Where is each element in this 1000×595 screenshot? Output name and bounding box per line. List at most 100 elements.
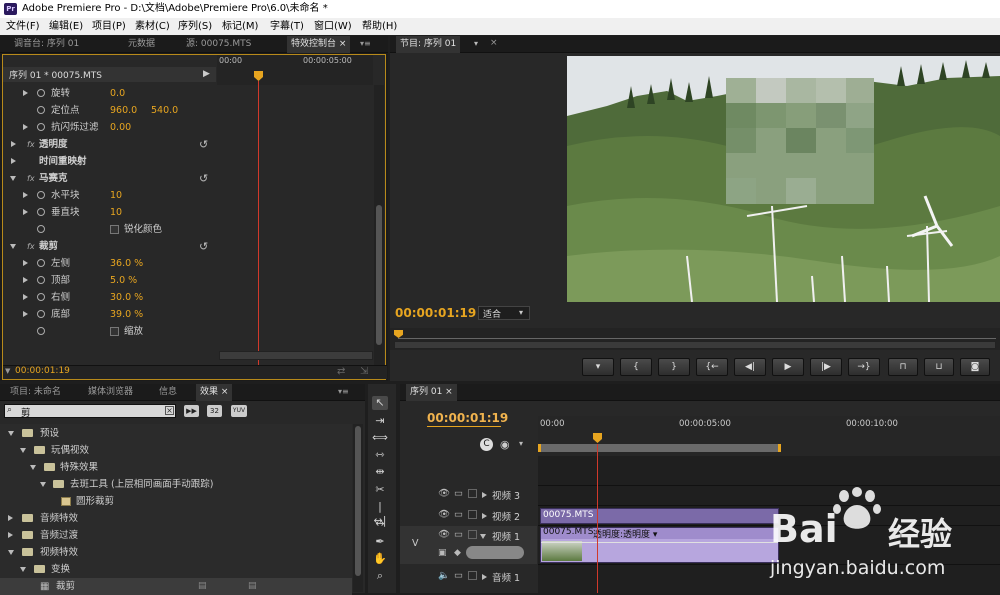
tab-audio-mixer[interactable]: 调音台: 序列 01 [10, 36, 83, 53]
lock-toggle[interactable] [468, 530, 477, 539]
program-video-frame[interactable] [567, 56, 1000, 302]
go-to-out-button[interactable]: →} [848, 358, 880, 376]
step-back-button[interactable]: ◀| [734, 358, 766, 376]
crop-right-value[interactable]: 30.0 % [110, 289, 143, 306]
expand-icon[interactable] [23, 277, 28, 283]
tab-metadata[interactable]: 元数据 [124, 36, 159, 53]
vertical-scrollbar[interactable] [374, 85, 384, 365]
expand-icon[interactable] [11, 141, 16, 147]
lock-toggle[interactable] [468, 571, 477, 580]
step-forward-button[interactable]: |▶ [810, 358, 842, 376]
extract-button[interactable]: ⊔ [924, 358, 954, 376]
fx-icon[interactable]: fx [27, 170, 35, 187]
expand-icon[interactable] [482, 513, 487, 519]
fx-icon[interactable]: fx [27, 136, 35, 153]
menu-help[interactable]: 帮助(H) [362, 18, 397, 35]
program-scrubber[interactable] [390, 328, 1000, 350]
expand-icon[interactable] [23, 192, 28, 198]
clip-video-2[interactable]: 00075.MTS [540, 508, 779, 524]
ripple-edit-tool-icon[interactable]: ⟺ [372, 431, 388, 445]
playhead-marker-icon[interactable] [394, 330, 403, 338]
rate-stretch-tool-icon[interactable]: ⇹ [372, 465, 388, 479]
slip-tool-icon[interactable]: |↔| [372, 500, 388, 527]
display-style-icon[interactable]: ▣ [438, 548, 447, 558]
track-select-tool-icon[interactable]: ⇥ [372, 414, 388, 428]
collapse-icon[interactable] [10, 176, 16, 181]
stopwatch-icon[interactable] [37, 293, 45, 301]
collapse-icon[interactable] [480, 534, 486, 539]
tree-item-audio-effects[interactable]: 音频特效 [0, 510, 352, 527]
add-marker-button[interactable]: ▾ [582, 358, 614, 376]
expand-icon[interactable] [482, 574, 487, 580]
expand-icon[interactable] [23, 294, 28, 300]
keyframe-navigator[interactable] [466, 546, 524, 559]
effect-time-remap[interactable]: 时间重映射 [3, 153, 219, 170]
mark-in-button[interactable]: { [620, 358, 652, 376]
tab-effects[interactable]: 效果 × [196, 384, 233, 401]
menu-file[interactable]: 文件(F) [6, 18, 40, 35]
tree-item-special-effects[interactable]: 特殊效果 [0, 459, 352, 476]
export-frame-button[interactable]: ◙ [960, 358, 990, 376]
slide-tool-icon[interactable]: ↔ [372, 517, 388, 531]
menu-window[interactable]: 窗口(W) [314, 18, 352, 35]
rolling-edit-tool-icon[interactable]: ⇿ [372, 448, 388, 462]
hand-tool-icon[interactable]: ✋ [372, 552, 388, 566]
export-icon[interactable]: ⇲ [360, 366, 368, 377]
expand-icon[interactable] [23, 209, 28, 215]
razor-tool-icon[interactable]: ✂ [372, 483, 388, 497]
pen-tool-icon[interactable]: ✒ [372, 535, 388, 549]
accelerated-effects-icon[interactable]: ▶▶ [184, 405, 199, 417]
tree-item-transform[interactable]: 变换 [0, 561, 352, 578]
vertical-scrollbar[interactable] [353, 424, 363, 592]
expand-icon[interactable] [23, 90, 28, 96]
menu-sequence[interactable]: 序列(S) [178, 18, 212, 35]
expand-icon[interactable] [23, 260, 28, 266]
work-area-bar[interactable] [538, 444, 781, 452]
tab-source[interactable]: 源: 00075.MTS [182, 36, 255, 53]
zoom-checkbox[interactable] [110, 327, 119, 336]
reset-icon[interactable]: ↺ [199, 136, 208, 153]
program-timecode[interactable]: 00:00:01:19 [395, 306, 476, 320]
crop-left-value[interactable]: 36.0 % [110, 255, 143, 272]
stopwatch-icon[interactable] [37, 106, 45, 114]
stopwatch-icon[interactable] [37, 276, 45, 284]
panel-menu-icon[interactable]: ▾≡ [360, 39, 372, 49]
keyframe-icon[interactable]: ◆ [454, 548, 461, 558]
eye-icon[interactable]: 👁 [438, 509, 450, 520]
rotation-value[interactable]: 0.0 [110, 85, 125, 102]
expand-icon[interactable] [23, 311, 28, 317]
stopwatch-icon[interactable] [37, 208, 45, 216]
menu-clip[interactable]: 素材(C) [135, 18, 170, 35]
collapse-icon[interactable] [10, 244, 16, 249]
vertical-blocks-value[interactable]: 10 [110, 204, 122, 221]
speaker-icon[interactable]: 🔈 [438, 570, 450, 581]
video-target-label[interactable]: V [412, 538, 419, 549]
anti-flicker-value[interactable]: 0.00 [110, 119, 131, 136]
tab-program[interactable]: 节目: 序列 01 [396, 36, 461, 53]
eye-icon[interactable]: 👁 [438, 529, 450, 540]
eye-icon[interactable]: 👁 [438, 488, 450, 499]
zoom-fit-select[interactable]: 适合 ▾ [478, 306, 530, 320]
tab-info[interactable]: 信息 [155, 384, 181, 401]
close-tab-icon[interactable]: × [490, 38, 498, 48]
stopwatch-icon[interactable] [37, 225, 45, 233]
reset-icon[interactable]: ↺ [199, 170, 208, 187]
selection-tool-icon[interactable]: ↖ [372, 396, 388, 410]
horizontal-scrollbar[interactable] [219, 351, 373, 360]
menu-project[interactable]: 项目(P) [92, 18, 126, 35]
snap-icon[interactable]: C [480, 438, 493, 451]
yuv-effects-icon[interactable]: YUV [231, 405, 247, 417]
panel-menu-icon[interactable]: ▾≡ [338, 387, 350, 397]
tab-sequence[interactable]: 序列 01 × [406, 384, 457, 401]
clip-video-1[interactable]: 00075.MTS 透明度:透明度 ▾ [540, 527, 779, 563]
tree-item-video-effects[interactable]: 视频特效 [0, 544, 352, 561]
menu-edit[interactable]: 编辑(E) [49, 18, 83, 35]
horizontal-blocks-value[interactable]: 10 [110, 187, 122, 204]
tree-item-puppet[interactable]: 玩偶视效 [0, 442, 352, 459]
tree-item-audio-transitions[interactable]: 音频过渡 [0, 527, 352, 544]
crop-bottom-value[interactable]: 39.0 % [110, 306, 143, 323]
tree-item-crop[interactable]: ▦ 裁剪 ▤ ▤ [0, 578, 352, 595]
effects-search-input[interactable]: ⌕ 剪 × [4, 404, 176, 419]
link-icon[interactable]: ◉ [500, 438, 510, 451]
crop-top-value[interactable]: 5.0 % [110, 272, 137, 289]
